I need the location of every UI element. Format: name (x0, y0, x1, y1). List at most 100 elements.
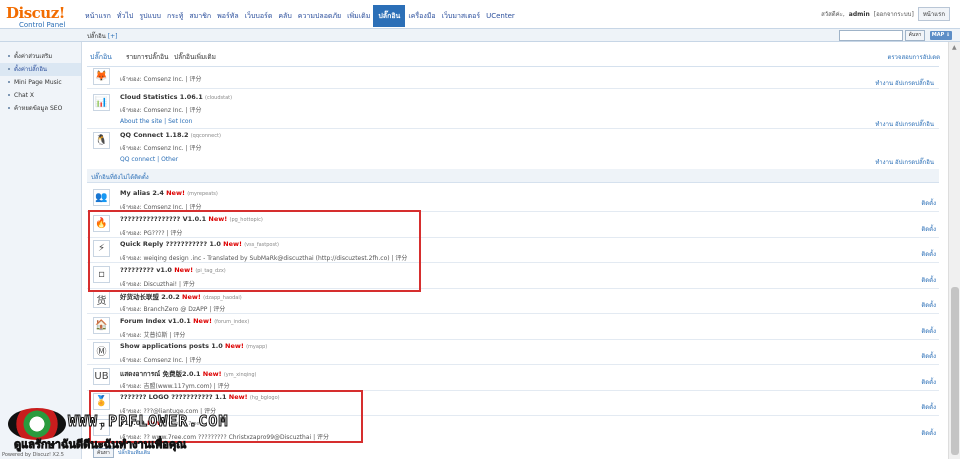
plugin-name: ??????? LOGO ??????????? 1.1 New! (hg_bg… (120, 393, 280, 401)
plugin-name: Show applications posts 1.0 New! (myapp) (120, 342, 267, 350)
main-content: ปลั๊กอิน รายการปลั๊กอิน ปลั๊กอินเพิ่มเติ… (82, 42, 948, 459)
new-badge: New! (166, 189, 185, 197)
row-divider (87, 287, 939, 289)
check-update-link[interactable]: ตรวจสอบการอัปเดต (887, 52, 940, 62)
plugin-icon: UB (93, 367, 110, 385)
nav-plugin[interactable]: ปลั๊กอิน (373, 5, 406, 27)
plugin-actions[interactable]: ทำงาน อัปเกรดปลั๊กอิน (875, 78, 934, 88)
nav-topic[interactable]: กระทู้ (164, 5, 186, 27)
sidebar-item-addon-settings[interactable]: ตั้งค่าส่วนเสริม (0, 50, 81, 63)
plugin-author: เจ้าของ: Comsenz Inc. | 评分 (120, 145, 202, 152)
nav-global[interactable]: ทั่วไป (114, 5, 137, 27)
row-divider (87, 338, 939, 340)
plugin-name: ???????????????? V1.0.1 New! (pg_hottopi… (120, 215, 263, 223)
install-link[interactable]: ติดตั้ง (921, 249, 936, 259)
plugin-name: Quick Reply ??????????? 1.0 New! (vss_fa… (120, 240, 279, 248)
nav-style[interactable]: รูปแบบ (136, 5, 164, 27)
map-button[interactable]: MAP ⇓ (930, 31, 952, 40)
nav-founder[interactable]: เว็บมาสเตอร์ (439, 5, 484, 27)
new-badge: New! (147, 418, 166, 427)
nav-group[interactable]: คลับ (275, 5, 294, 27)
plugin-identifier: (cloudstat) (205, 95, 233, 101)
install-link[interactable]: ติดตั้ง (921, 198, 936, 208)
plugin-author: เจ้าของ: Comsenz Inc. | 评分 (120, 76, 202, 83)
install-link[interactable]: ติดตั้ง (921, 224, 936, 234)
qq-penguin-icon: 🐧 (93, 132, 110, 149)
scrollbar-thumb[interactable] (951, 287, 959, 455)
add-shortcut-link[interactable]: [+] (108, 33, 118, 40)
sidebar-item-seo[interactable]: ค้าหยดข้อมูล SEO (0, 102, 81, 115)
bottom-bar: ค้นหา ปลั๊กอินเพิ่มเติม (82, 448, 948, 459)
home-button[interactable]: หน้าแรก (917, 7, 950, 21)
more-plugins-link[interactable]: ปลั๊กอินเพิ่มเติม (118, 449, 150, 457)
install-link[interactable]: ติดตั้ง (921, 351, 936, 361)
install-link[interactable]: ติดตั้ง (921, 300, 936, 310)
plugin-name: 好货动长联盟 2.0.2 New! (dzapp_haodai) (120, 291, 242, 301)
plugin-identifier: (dzapp_haodai) (203, 295, 242, 301)
plugin-links[interactable]: About the site | Set Icon (120, 118, 192, 125)
plugin-title: Cloud Statistics 1.06.1 (120, 93, 203, 101)
plugin-identifier: (pg_hottopic) (229, 216, 263, 223)
install-link[interactable]: ติดตั้ง (921, 428, 936, 438)
tab-more-plugins[interactable]: ปลั๊กอินเพิ่มเติม (174, 52, 216, 62)
install-link[interactable]: ติดตั้ง (921, 275, 936, 285)
plugin-icon: 7 (93, 418, 110, 436)
row-divider (87, 128, 939, 129)
sidebar-item-chat-x[interactable]: Chat X (0, 89, 81, 102)
plugin-icon: 👥 (93, 189, 110, 206)
plugin-name: Forum Index v1.0.1 New! (forum_index) (120, 317, 249, 325)
tab-plugin[interactable]: ปลั๊กอิน (90, 52, 112, 63)
install-link[interactable]: ติดตั้ง (921, 326, 936, 336)
breadcrumb-label: ปลั๊กอิน (87, 33, 106, 40)
nav-portal[interactable]: พอร์ทัล (214, 5, 241, 27)
plugin-title: ????????? v1.0 (120, 265, 172, 274)
new-badge: New! (223, 240, 242, 248)
plugin-title: Quick Reply ??????????? 1.0 (120, 240, 221, 248)
plugin-name: แสดงอาการณ์ 免费版2.0.1 New! (ym_xinqing) (120, 368, 257, 379)
sidebar: ตั้งค่าส่วนเสริม ตั้งค่าปลั๊กอิน Mini Pa… (0, 42, 82, 459)
plugin-title: Forum Index v1.0.1 (120, 316, 191, 325)
uninstalled-section-header: ปลั๊กอินที่ยังไม่ได้ติดตั้ง (87, 169, 939, 183)
plugin-name: Cloud Statistics 1.06.1 (cloudstat) (120, 93, 232, 101)
logo-brand: Discuz! (6, 4, 65, 22)
plugin-icon: 🔥 (93, 214, 110, 232)
username[interactable]: admin (849, 11, 870, 18)
nav-home[interactable]: หน้าแรก (82, 5, 114, 27)
scrollbar[interactable]: ▲ (948, 42, 960, 459)
plugin-identifier: (forum_index) (214, 318, 250, 325)
search-button[interactable]: ค้นหา (905, 30, 925, 41)
nav-forum[interactable]: เว็บบอร์ด (242, 5, 276, 27)
row-divider (87, 364, 939, 365)
nav-ucenter[interactable]: UCenter (483, 5, 518, 27)
row-divider (87, 211, 939, 212)
new-badge: New! (208, 214, 228, 223)
row-divider (87, 262, 939, 263)
new-badge: New! (182, 293, 201, 301)
logout-link[interactable]: [ออกจากระบบ] (874, 9, 914, 19)
nav-user[interactable]: สมาชิก (186, 5, 214, 27)
powered-by: Powered by Discuz! X2.5 (2, 452, 64, 458)
row-divider (87, 415, 939, 416)
search-input[interactable] (839, 30, 903, 41)
plugin-identifier: (hg_bglogo) (249, 395, 280, 401)
bottom-search-button[interactable]: ค้นหา (93, 448, 114, 458)
breadcrumb: ปลั๊กอิน [+] (87, 31, 117, 41)
nav-tools[interactable]: เครื่องมือ (405, 5, 438, 27)
sidebar-item-plugin-settings[interactable]: ตั้งค่าปลั๊กอิน (0, 63, 81, 76)
plugin-title: QQ Connect 1.18.2 (120, 131, 189, 139)
nav-safe[interactable]: ความปลอดภัย (295, 5, 344, 27)
discuz-logo[interactable]: Discuz! Control Panel (6, 5, 74, 30)
plugin-title: v10.09 (120, 418, 145, 427)
plugin-links[interactable]: QQ connect | Other (120, 156, 178, 163)
new-badge: New! (193, 316, 212, 325)
plugin-icon: 🏅 (93, 393, 110, 410)
install-link[interactable]: ติดตั้ง (921, 377, 936, 387)
plugin-actions[interactable]: ทำงาน อัปเกรดปลั๊กอิน (875, 157, 934, 167)
sidebar-item-mini-page-music[interactable]: Mini Page Music (0, 76, 81, 89)
plugin-title: ??????? LOGO ??????????? 1.1 (120, 393, 227, 401)
scroll-up-icon[interactable]: ▲ (952, 44, 957, 51)
tab-plugin-list[interactable]: รายการปลั๊กอิน (126, 52, 168, 62)
install-link[interactable]: ติดตั้ง (921, 402, 936, 412)
row-divider (87, 236, 939, 238)
nav-extended[interactable]: เพิ่มเติม (344, 5, 373, 27)
